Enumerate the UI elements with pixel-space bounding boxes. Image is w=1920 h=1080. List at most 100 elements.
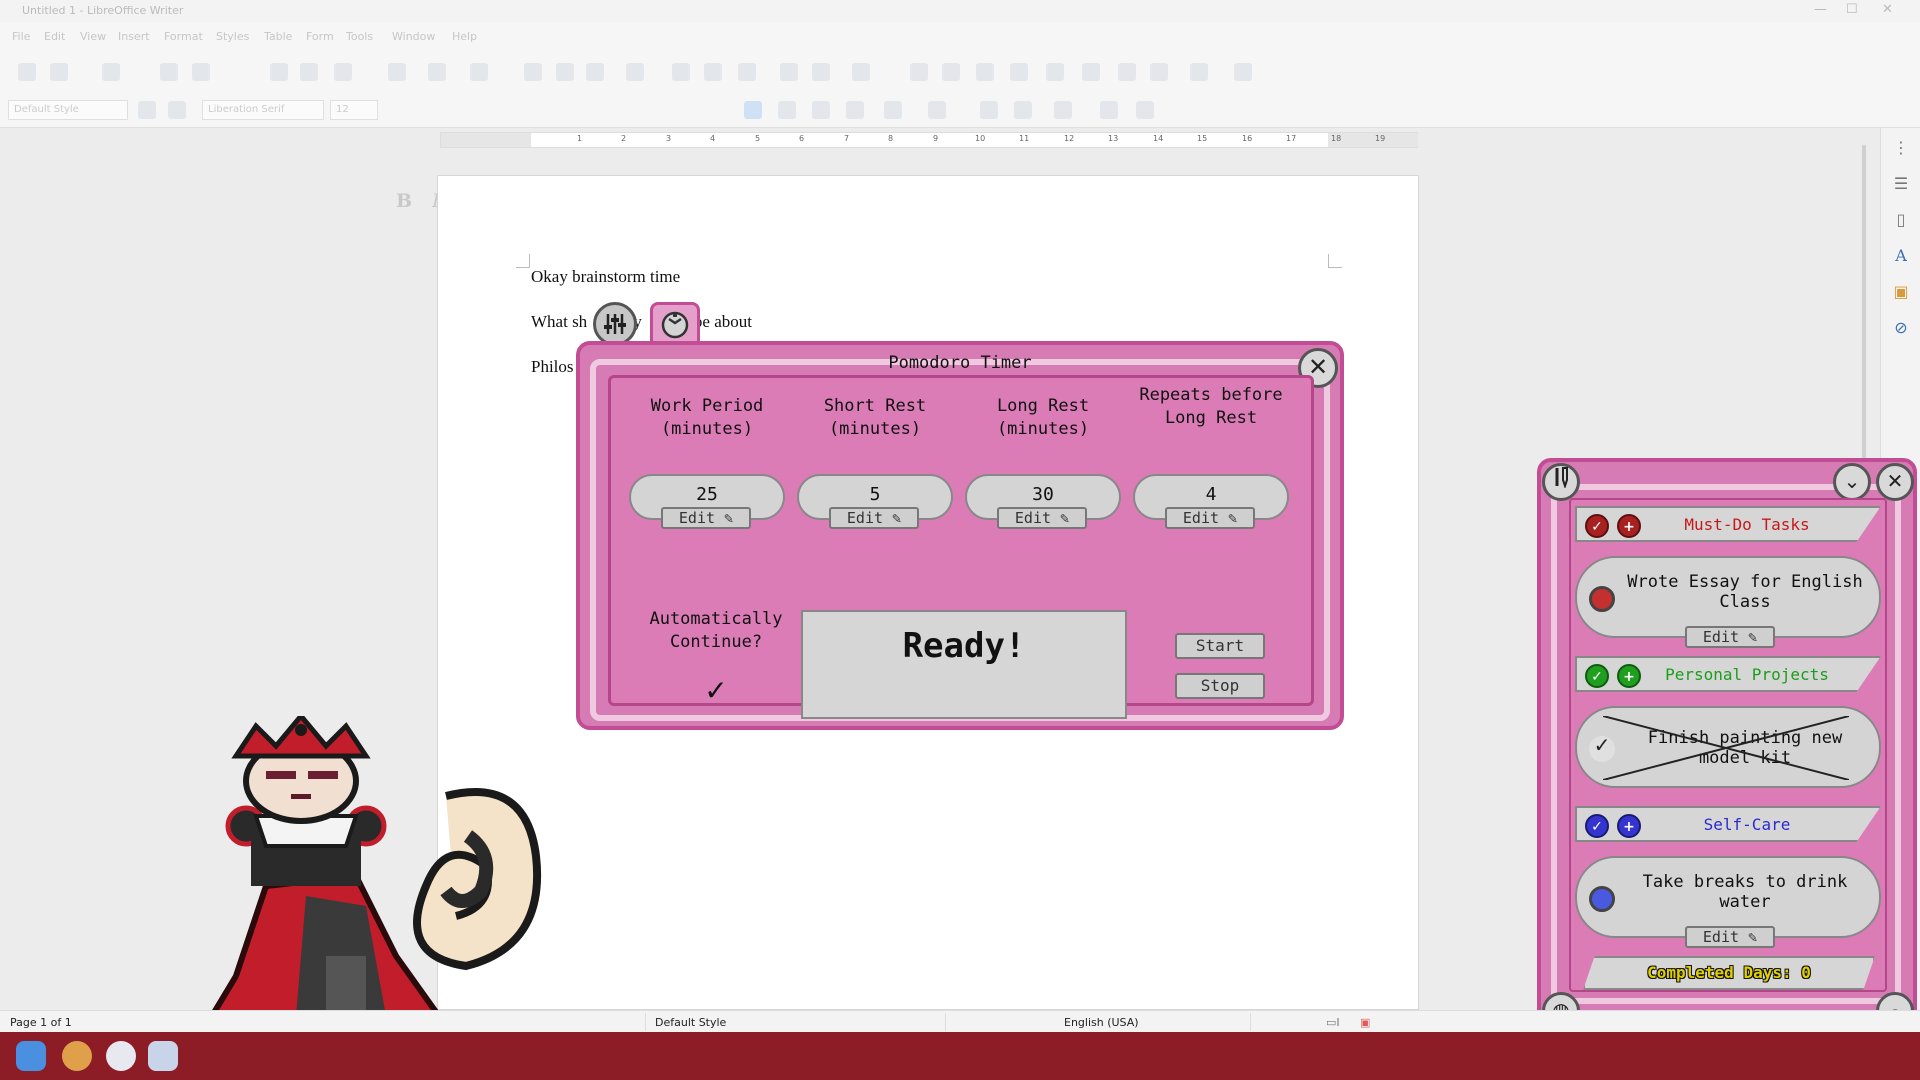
formatting-marks-icon[interactable]	[586, 63, 604, 81]
paste-icon[interactable]	[334, 63, 352, 81]
minimize-button[interactable]: —	[1814, 2, 1827, 17]
spelling-icon[interactable]	[556, 63, 574, 81]
new-style-icon[interactable]	[168, 101, 186, 119]
menu-table[interactable]: Table	[264, 30, 292, 43]
new-document-icon[interactable]	[18, 63, 36, 81]
maximize-button[interactable]: ☐	[1846, 2, 1858, 17]
line-spacing-icon[interactable]	[1054, 101, 1072, 119]
comment-balloon-icon[interactable]	[1082, 63, 1100, 81]
pencil-icon: ✎	[1748, 628, 1758, 646]
font-size-combo[interactable]: 12	[330, 100, 378, 120]
task-close-button[interactable]: ✕	[1876, 463, 1914, 501]
align-left-icon[interactable]	[744, 101, 762, 119]
print-icon[interactable]	[192, 63, 210, 81]
stop-button[interactable]: Stop	[1175, 673, 1265, 699]
track-changes-icon[interactable]	[1010, 63, 1028, 81]
paragraph-spacing-icon[interactable]	[1100, 101, 1118, 119]
numbering-icon[interactable]	[928, 101, 946, 119]
insert-field-icon[interactable]	[812, 63, 830, 81]
edit-work-period-button[interactable]: Edit ✎	[661, 507, 751, 529]
bullets-icon[interactable]	[884, 101, 902, 119]
edit-long-rest-button[interactable]: Edit ✎	[997, 507, 1087, 529]
align-right-icon[interactable]	[812, 101, 830, 119]
page-count[interactable]: Page 1 of 1	[10, 1016, 72, 1029]
menu-window[interactable]: Window	[392, 30, 435, 43]
export-pdf-icon[interactable]	[160, 63, 178, 81]
menu-help[interactable]: Help	[452, 30, 477, 43]
draw-line-icon[interactable]	[1150, 63, 1168, 81]
sidebar-menu-icon[interactable]: ⋮	[1891, 138, 1911, 158]
edit-task-button[interactable]: Edit ✎	[1685, 626, 1775, 648]
page-icon[interactable]: ▯	[1891, 210, 1911, 230]
insert-mode-icon[interactable]: ▭I	[1326, 1016, 1340, 1029]
update-style-icon[interactable]	[138, 101, 156, 119]
paragraph-dialog-icon[interactable]	[1136, 101, 1154, 119]
app-egg-icon[interactable]	[106, 1041, 136, 1071]
auto-continue-checkbox[interactable]: ✓	[701, 676, 731, 706]
hyperlink-icon[interactable]	[910, 63, 928, 81]
menu-styles[interactable]: Styles	[216, 30, 249, 43]
styles-icon[interactable]: A	[1891, 246, 1911, 266]
decrease-indent-icon[interactable]	[1014, 101, 1032, 119]
page-style[interactable]: Default Style	[655, 1016, 726, 1029]
paragraph-style-combo[interactable]: Default Style	[8, 100, 128, 120]
gallery-icon[interactable]: ▣	[1891, 282, 1911, 302]
writer-taskbar-icon[interactable]	[148, 1041, 178, 1071]
insert-chart-icon[interactable]	[704, 63, 722, 81]
navigator-icon[interactable]: ⊘	[1891, 318, 1911, 338]
justify-icon[interactable]	[846, 101, 864, 119]
menu-file[interactable]: File	[12, 30, 30, 43]
undo-icon[interactable]	[428, 63, 446, 81]
category-check-icon[interactable]: ✓	[1585, 664, 1609, 688]
start-menu-icon[interactable]	[16, 1041, 46, 1071]
close-window-button[interactable]: ✕	[1882, 2, 1893, 17]
menu-form[interactable]: Form	[306, 30, 334, 43]
ruler-right-margin	[1328, 133, 1418, 147]
bold-icon[interactable]: B	[396, 190, 412, 212]
document-modified-icon[interactable]: ▣	[1360, 1016, 1370, 1029]
increase-indent-icon[interactable]	[980, 101, 998, 119]
open-icon[interactable]	[50, 63, 68, 81]
menu-format[interactable]: Format	[164, 30, 203, 43]
task-settings-button[interactable]	[1542, 463, 1580, 501]
edit-repeats-button[interactable]: Edit ✎	[1165, 507, 1255, 529]
font-name-combo[interactable]: Liberation Serif	[202, 100, 324, 120]
text-language[interactable]: English (USA)	[1064, 1016, 1139, 1029]
edit-task-button[interactable]: Edit ✎	[1685, 926, 1775, 948]
copy-icon[interactable]	[300, 63, 318, 81]
collapse-button[interactable]: ⌄	[1833, 463, 1871, 501]
insert-table-icon[interactable]	[626, 63, 644, 81]
insert-line-icon[interactable]	[1046, 63, 1064, 81]
category-check-icon[interactable]: ✓	[1585, 814, 1609, 838]
insert-textbox-icon[interactable]	[738, 63, 756, 81]
insert-image-icon[interactable]	[672, 63, 690, 81]
redo-icon[interactable]	[470, 63, 488, 81]
menu-insert[interactable]: Insert	[118, 30, 150, 43]
find-replace-icon[interactable]	[524, 63, 542, 81]
tomato-timer-icon	[661, 311, 689, 339]
menu-tools[interactable]: Tools	[346, 30, 373, 43]
category-check-icon[interactable]: ✓	[1585, 514, 1609, 538]
edit-short-rest-button[interactable]: Edit ✎	[829, 507, 919, 529]
comment-icon[interactable]	[976, 63, 994, 81]
cut-icon[interactable]	[270, 63, 288, 81]
footnote-icon[interactable]	[942, 63, 960, 81]
clone-formatting-icon[interactable]	[388, 63, 406, 81]
browser-icon[interactable]	[62, 1041, 92, 1071]
start-button[interactable]: Start	[1175, 633, 1265, 659]
task-complete-toggle[interactable]	[1589, 886, 1615, 912]
basic-shapes-icon[interactable]	[1190, 63, 1208, 81]
save-icon[interactable]	[102, 63, 120, 81]
menu-edit[interactable]: Edit	[44, 30, 65, 43]
horizontal-ruler[interactable]: 1 2 3 4 5 6 7 8 9 10 11 12 13 14 15 16 1…	[440, 132, 1418, 148]
page-break-icon[interactable]	[780, 63, 798, 81]
settings-sliders-button[interactable]	[593, 302, 637, 346]
special-character-icon[interactable]	[852, 63, 870, 81]
properties-icon[interactable]: ☰	[1891, 174, 1911, 194]
align-center-icon[interactable]	[778, 101, 796, 119]
mascot-character[interactable]	[196, 716, 552, 1032]
task-complete-toggle[interactable]	[1589, 586, 1615, 612]
show-draw-functions-icon[interactable]	[1234, 63, 1252, 81]
sticky-note-icon[interactable]	[1118, 63, 1136, 81]
menu-view[interactable]: View	[80, 30, 106, 43]
